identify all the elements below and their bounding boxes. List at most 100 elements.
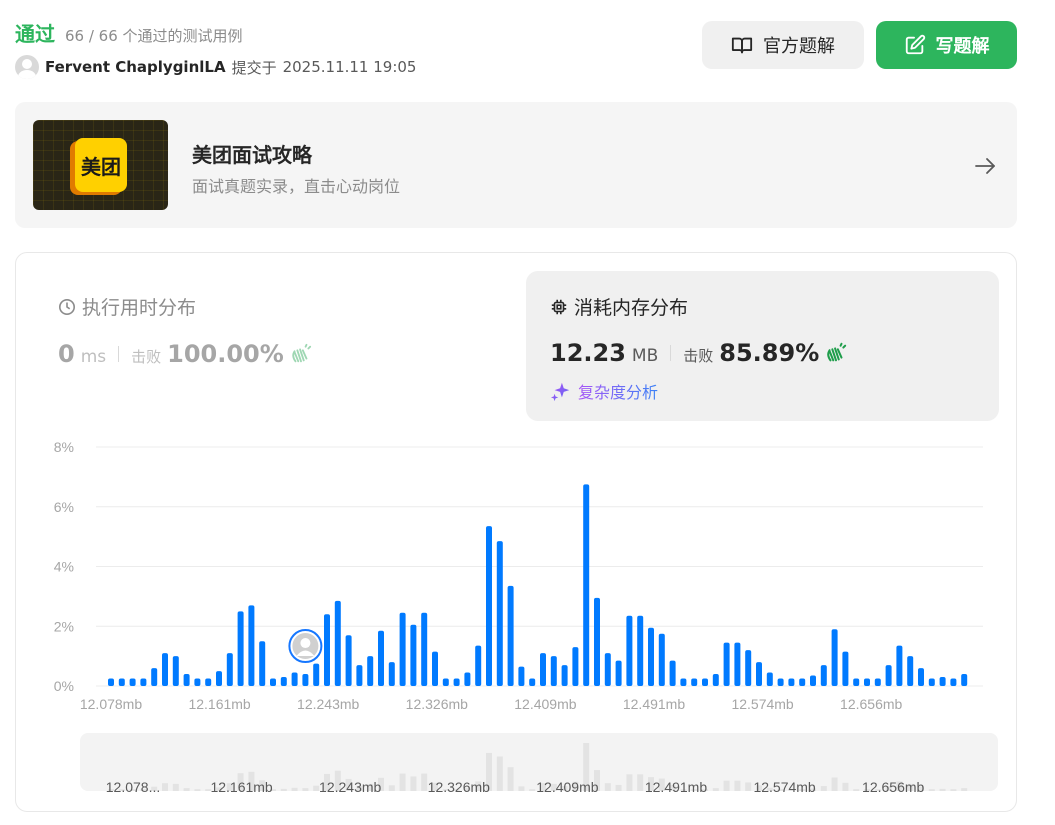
minimap-bar (626, 774, 633, 791)
distribution-card: 执行用时分布 0 ms 击败 100.00% 消耗内存分布 12.23 MB 击… (15, 252, 1017, 812)
histogram-bar (367, 656, 374, 686)
histogram-bar (334, 600, 341, 686)
minimap-bar (280, 788, 287, 791)
minimap-bar (745, 782, 752, 791)
minimap-bar (399, 773, 406, 791)
histogram-bar (961, 674, 968, 686)
y-tick-label: 8% (54, 439, 74, 455)
histogram-bar (518, 666, 525, 686)
histogram-bar (345, 635, 352, 686)
histogram-bar (928, 678, 935, 686)
minimap-bar (410, 776, 417, 791)
histogram-bar (691, 678, 698, 686)
histogram-bar (410, 624, 417, 686)
histogram-bar (766, 672, 773, 686)
x-tick-label: 12.326mb (406, 696, 468, 712)
official-solution-button[interactable]: 官方题解 (702, 21, 864, 69)
minimap-x-tick-label: 12.574mb (753, 779, 815, 795)
test-case-count: 66 / 66 个通过的测试用例 (65, 27, 243, 45)
minimap-bar (183, 788, 190, 791)
minimap-bar (421, 773, 428, 791)
histogram-bar (216, 671, 222, 686)
histogram-bar (723, 642, 730, 686)
histogram-bar (918, 668, 924, 686)
histogram-bar (874, 678, 881, 686)
histogram-bar (280, 677, 287, 686)
histogram-bar (259, 641, 266, 686)
minimap-x-tick-label: 12.656mb (862, 779, 924, 795)
minimap-bar (529, 789, 536, 791)
y-tick-label: 4% (54, 559, 74, 575)
histogram-bar (939, 677, 946, 686)
x-tick-label: 12.409mb (514, 696, 576, 712)
histogram-bar (302, 674, 309, 686)
x-tick-label: 12.078mb (80, 696, 142, 712)
histogram-bar (594, 597, 600, 686)
histogram-bar (864, 678, 870, 686)
histogram-bar (151, 668, 158, 686)
x-tick-label: 12.161mb (188, 696, 250, 712)
histogram-bar (313, 663, 320, 686)
histogram-bar (799, 678, 806, 686)
minimap-bar (496, 756, 503, 791)
histogram-bar (486, 526, 492, 686)
minimap-bar (820, 786, 827, 791)
x-tick-label: 12.491mb (623, 696, 685, 712)
histogram-bar (291, 672, 298, 686)
submitter-row: Fervent ChaplyginlLA 提交于 2025.11.11 19:0… (15, 55, 416, 79)
banner-title: 美团面试攻略 (192, 143, 312, 167)
minimap-bar (604, 783, 611, 791)
memory-distribution-chart[interactable]: 8% 6% 4% 2% 0% 12.078mb 12.161mb 12.243mb 12.326… (16, 253, 1016, 811)
histogram-bar (777, 678, 784, 686)
histogram-bar (140, 678, 147, 686)
x-tick-label: 12.656mb (840, 696, 902, 712)
avatar-head (300, 638, 311, 649)
minimap-bar (961, 788, 968, 791)
write-solution-button[interactable]: 写题解 (876, 21, 1017, 69)
histogram-bar (680, 678, 687, 686)
user-name[interactable]: Fervent ChaplyginlLA (45, 58, 226, 76)
minimap-bar (302, 788, 309, 791)
histogram-bar (378, 630, 384, 686)
meituan-logo: 美团 (75, 138, 127, 192)
histogram-bar (658, 633, 665, 686)
histogram-bar (529, 678, 536, 686)
promo-banner[interactable]: 美团 美团面试攻略 面试真题实录，直击心动岗位 (15, 102, 1017, 228)
histogram-bar (788, 678, 795, 686)
histogram-bar (129, 678, 136, 686)
histogram-bar (820, 665, 827, 686)
minimap-bar (950, 789, 957, 791)
y-tick-label: 0% (54, 678, 74, 694)
histogram-bar (399, 612, 406, 686)
minimap-x-tick-label: 12.491mb (645, 779, 707, 795)
histogram-bar (896, 645, 903, 686)
banner-image: 美团 (33, 120, 168, 210)
histogram-bar (831, 629, 838, 686)
minimap-bar (291, 787, 298, 791)
minimap-bar (637, 774, 644, 791)
histogram-bar (540, 653, 546, 686)
minimap-bar (939, 788, 946, 791)
histogram-bar (237, 611, 244, 686)
edit-icon (905, 34, 925, 55)
minimap-bar (172, 783, 179, 791)
banner-subtitle: 面试真题实录，直击心动岗位 (192, 177, 401, 196)
histogram-bar (388, 662, 395, 686)
histogram-bar (507, 585, 514, 686)
arrow-right-icon[interactable] (973, 154, 997, 178)
minimap-bar (194, 789, 201, 791)
minimap-bar (928, 789, 935, 791)
histogram-bar (464, 672, 471, 686)
histogram-bar (561, 665, 568, 686)
histogram-bar (626, 615, 633, 686)
histogram-bar (885, 665, 892, 686)
histogram-bar (842, 651, 849, 686)
histogram-bar (194, 678, 201, 686)
histogram-bar (604, 653, 611, 686)
histogram-bar (324, 614, 330, 686)
histogram-bar (270, 678, 276, 686)
histogram-bar (853, 678, 860, 686)
histogram-bar (248, 605, 255, 686)
histogram-bar (356, 665, 363, 686)
avatar[interactable] (15, 55, 39, 79)
